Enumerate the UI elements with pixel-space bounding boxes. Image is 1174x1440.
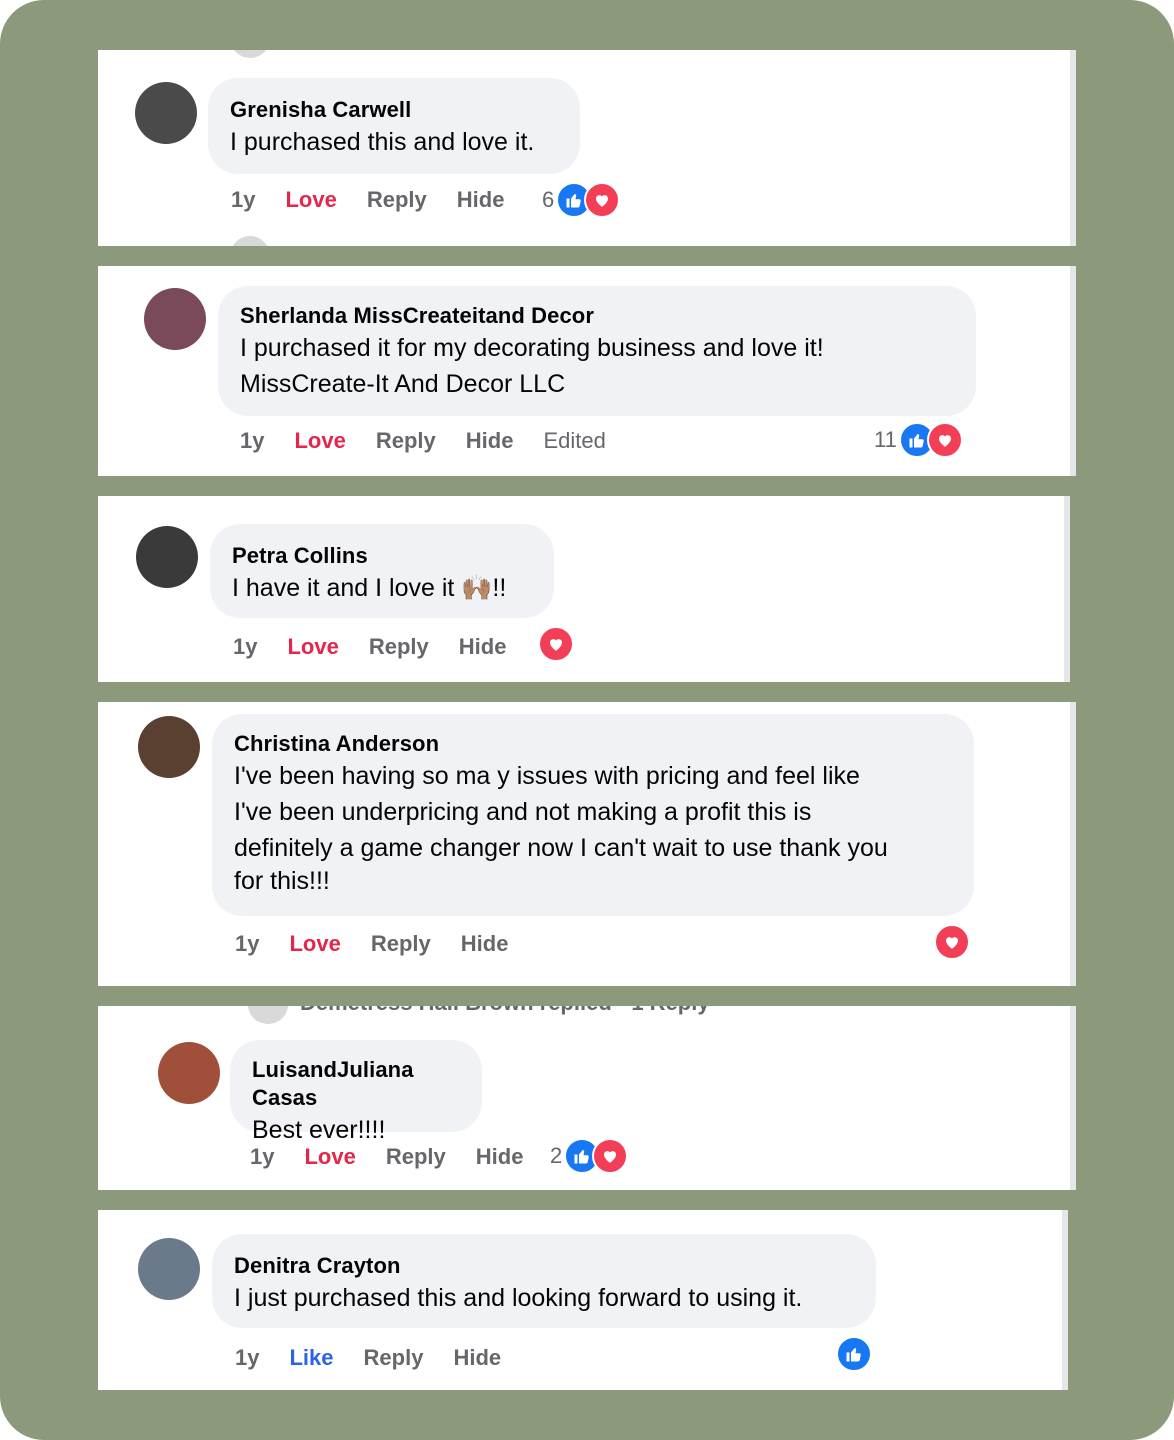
reaction-summary[interactable]: 6 — [542, 182, 621, 218]
reply-button[interactable]: Reply — [386, 1144, 446, 1170]
comment-bubble: Grenisha Carwell I purchased this and lo… — [208, 78, 580, 174]
reaction-summary[interactable]: 2 — [550, 1138, 629, 1174]
avatar[interactable] — [138, 1238, 200, 1300]
heart-icon — [584, 182, 621, 218]
comment-card: Demetress Hall Brown replied · 1 Reply L… — [98, 1006, 1076, 1190]
timestamp[interactable]: 1y — [240, 428, 264, 454]
comment-bubble: Denitra Crayton I just purchased this an… — [212, 1234, 876, 1328]
reaction-summary[interactable]: 11 — [874, 422, 963, 458]
comment-text: MissCreate-It And Decor LLC — [240, 370, 566, 398]
reply-button[interactable]: Reply — [367, 187, 427, 213]
love-button[interactable]: Love — [289, 931, 340, 957]
comment-card: Sherlanda MissCreateitand Decor I purcha… — [98, 266, 1076, 476]
replies-link[interactable]: Demetress Hall Brown replied · 1 Reply — [300, 1006, 710, 1016]
comment-card: Christina Anderson I've been having so m… — [98, 702, 1076, 986]
timestamp[interactable]: 1y — [233, 634, 257, 660]
like-button[interactable]: Like — [289, 1345, 333, 1371]
comment-text: I've been having so ma y issues with pri… — [234, 762, 860, 790]
comment-actions: 1y Love Reply Hide Edited — [240, 426, 636, 456]
avatar-partial — [248, 1006, 288, 1024]
reaction-count: 6 — [542, 187, 555, 212]
reply-button[interactable]: Reply — [376, 428, 436, 454]
love-button[interactable]: Love — [285, 187, 336, 213]
hide-button[interactable]: Hide — [459, 634, 507, 660]
reply-button[interactable]: Reply — [364, 1345, 424, 1371]
timestamp[interactable]: 1y — [235, 931, 259, 957]
comment-actions: 1y Love Reply Hide — [233, 632, 536, 662]
commenter-name[interactable]: Denitra Crayton — [234, 1252, 854, 1280]
heart-icon — [592, 1138, 629, 1174]
green-frame: Grenisha Carwell I purchased this and lo… — [0, 0, 1174, 1440]
avatar-partial — [230, 50, 270, 58]
timestamp[interactable]: 1y — [250, 1144, 274, 1170]
comment-actions: 1y Love Reply Hide — [235, 929, 538, 959]
avatar[interactable] — [135, 82, 197, 144]
timestamp[interactable]: 1y — [231, 187, 255, 213]
heart-icon — [926, 422, 963, 458]
comment-actions: 1y Like Reply Hide — [235, 1343, 531, 1373]
love-button[interactable]: Love — [287, 634, 338, 660]
reaction-summary[interactable] — [836, 1336, 872, 1372]
comment-bubble: LuisandJuliana Casas Best ever!!!! — [230, 1040, 482, 1144]
reply-button[interactable]: Reply — [371, 931, 431, 957]
reaction-count: 11 — [874, 427, 897, 452]
reaction-summary[interactable] — [538, 626, 574, 662]
avatar[interactable] — [158, 1042, 220, 1104]
comment-text: I purchased it for my decorating busines… — [240, 334, 824, 362]
hide-button[interactable]: Hide — [476, 1144, 524, 1170]
reaction-summary[interactable] — [934, 924, 970, 960]
avatar-partial — [230, 236, 270, 246]
timestamp[interactable]: 1y — [235, 1345, 259, 1371]
comment-bubble: Sherlanda MissCreateitand Decor I purcha… — [218, 286, 976, 416]
comment-text: I've been underpricing and not making a … — [234, 798, 812, 826]
hide-button[interactable]: Hide — [466, 428, 514, 454]
reaction-count: 2 — [550, 1143, 563, 1168]
comment-text: I have it and I love it 🙌🏽!! — [232, 574, 507, 602]
commenter-name[interactable]: Sherlanda MissCreateitand Decor — [240, 302, 954, 330]
like-icon — [836, 1336, 872, 1372]
comment-actions: 1y Love Reply Hide — [250, 1142, 553, 1172]
commenter-name[interactable]: Grenisha Carwell — [230, 96, 558, 124]
heart-icon — [934, 924, 970, 960]
comment-text: I just purchased this and looking forwar… — [234, 1284, 803, 1312]
comment-bubble: Christina Anderson I've been having so m… — [212, 714, 974, 916]
commenter-name[interactable]: Petra Collins — [232, 542, 532, 570]
edited-label: Edited — [543, 428, 606, 453]
comment-card: Denitra Crayton I just purchased this an… — [98, 1210, 1068, 1390]
commenter-name[interactable]: LuisandJuliana Casas — [252, 1056, 460, 1112]
comment-text: for this!!! — [234, 867, 330, 895]
comment-text: definitely a game changer now I can't wa… — [234, 834, 888, 862]
comment-bubble: Petra Collins I have it and I love it 🙌🏽… — [210, 524, 554, 618]
comment-text: I purchased this and love it. — [230, 128, 535, 156]
avatar[interactable] — [144, 288, 206, 350]
comment-card: Petra Collins I have it and I love it 🙌🏽… — [98, 496, 1070, 682]
comment-actions: 1y Love Reply Hide — [231, 185, 534, 215]
comment-card: Grenisha Carwell I purchased this and lo… — [98, 50, 1076, 246]
love-button[interactable]: Love — [304, 1144, 355, 1170]
commenter-name[interactable]: Christina Anderson — [234, 730, 952, 758]
hide-button[interactable]: Hide — [461, 931, 509, 957]
heart-icon — [538, 626, 574, 662]
reply-button[interactable]: Reply — [369, 634, 429, 660]
hide-button[interactable]: Hide — [457, 187, 505, 213]
love-button[interactable]: Love — [294, 428, 345, 454]
hide-button[interactable]: Hide — [453, 1345, 501, 1371]
avatar[interactable] — [136, 526, 198, 588]
avatar[interactable] — [138, 716, 200, 778]
